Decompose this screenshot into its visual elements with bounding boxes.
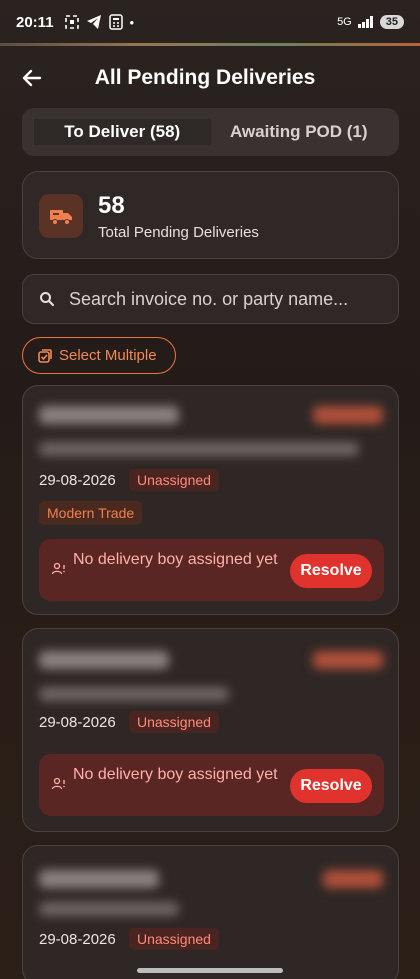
- status-badge: Unassigned: [129, 469, 219, 491]
- tab-bar: To Deliver (58) Awaiting POD (1): [22, 108, 399, 156]
- tab-awaiting-pod[interactable]: Awaiting POD (1): [211, 119, 388, 145]
- delivery-card[interactable]: 29-08-2026 Unassigned: [22, 845, 399, 979]
- arrow-left-icon: [22, 69, 42, 87]
- unassigned-alert: No delivery boy assigned yet Resolve: [39, 754, 384, 816]
- redacted-amount: [313, 406, 383, 424]
- redacted-party: [39, 687, 229, 701]
- alert-text: No delivery boy assigned yet: [73, 766, 278, 783]
- battery-icon: 35: [379, 15, 404, 29]
- resolve-button[interactable]: Resolve: [290, 769, 372, 803]
- redacted-party: [39, 442, 359, 456]
- status-icons: •: [64, 14, 135, 30]
- status-time: 20:11: [16, 13, 54, 31]
- search-input[interactable]: [69, 288, 389, 310]
- page-title: All Pending Deliveries: [94, 66, 316, 89]
- search-bar[interactable]: [22, 274, 399, 324]
- delivery-date: 29-08-2026: [39, 714, 116, 731]
- summary-label: Total Pending Deliveries: [98, 224, 259, 241]
- summary-icon-box: [39, 194, 83, 238]
- home-indicator[interactable]: [137, 968, 283, 973]
- search-icon: [40, 292, 55, 307]
- summary-count: 58: [98, 192, 125, 219]
- calculator-icon: [108, 14, 123, 30]
- user-alert-icon: [51, 777, 65, 790]
- resolve-button[interactable]: Resolve: [290, 554, 372, 588]
- alert-text: No delivery boy assigned yet: [73, 551, 278, 568]
- checklist-icon: [38, 348, 52, 363]
- redacted-amount: [313, 651, 383, 669]
- redacted-party: [39, 902, 179, 916]
- dot-icon: •: [129, 14, 135, 30]
- delivery-card[interactable]: 29-08-2026 Unassigned No delivery boy as…: [22, 628, 399, 832]
- redacted-invoice: [39, 870, 159, 888]
- delivery-card[interactable]: 29-08-2026 Unassigned Modern Trade No de…: [22, 385, 399, 615]
- unassigned-alert: No delivery boy assigned yet Resolve: [39, 539, 384, 601]
- status-accent-line: [0, 43, 420, 46]
- screenshot-icon: [64, 15, 79, 29]
- select-multiple-button[interactable]: Select Multiple: [22, 337, 176, 374]
- network-label: 5G: [337, 16, 352, 28]
- delivery-date: 29-08-2026: [39, 472, 116, 489]
- status-bar: 20:11 • 5G 35: [0, 0, 420, 44]
- select-multiple-label: Select Multiple: [59, 347, 157, 364]
- user-alert-icon: [51, 562, 65, 575]
- redacted-amount: [323, 870, 383, 888]
- redacted-invoice: [39, 651, 169, 669]
- channel-badge: Modern Trade: [39, 501, 143, 525]
- tab-to-deliver[interactable]: To Deliver (58): [34, 119, 211, 145]
- summary-card: 58 Total Pending Deliveries: [22, 171, 399, 259]
- back-button[interactable]: [20, 64, 48, 92]
- status-badge: Unassigned: [129, 711, 219, 733]
- redacted-invoice: [39, 406, 179, 424]
- delivery-date: 29-08-2026: [39, 931, 116, 948]
- signal-icon: [357, 16, 373, 28]
- truck-icon: [50, 210, 72, 225]
- status-right: 5G 35: [337, 15, 404, 29]
- status-badge: Unassigned: [129, 928, 219, 950]
- telegram-icon: [86, 15, 101, 29]
- header: All Pending Deliveries: [0, 56, 420, 100]
